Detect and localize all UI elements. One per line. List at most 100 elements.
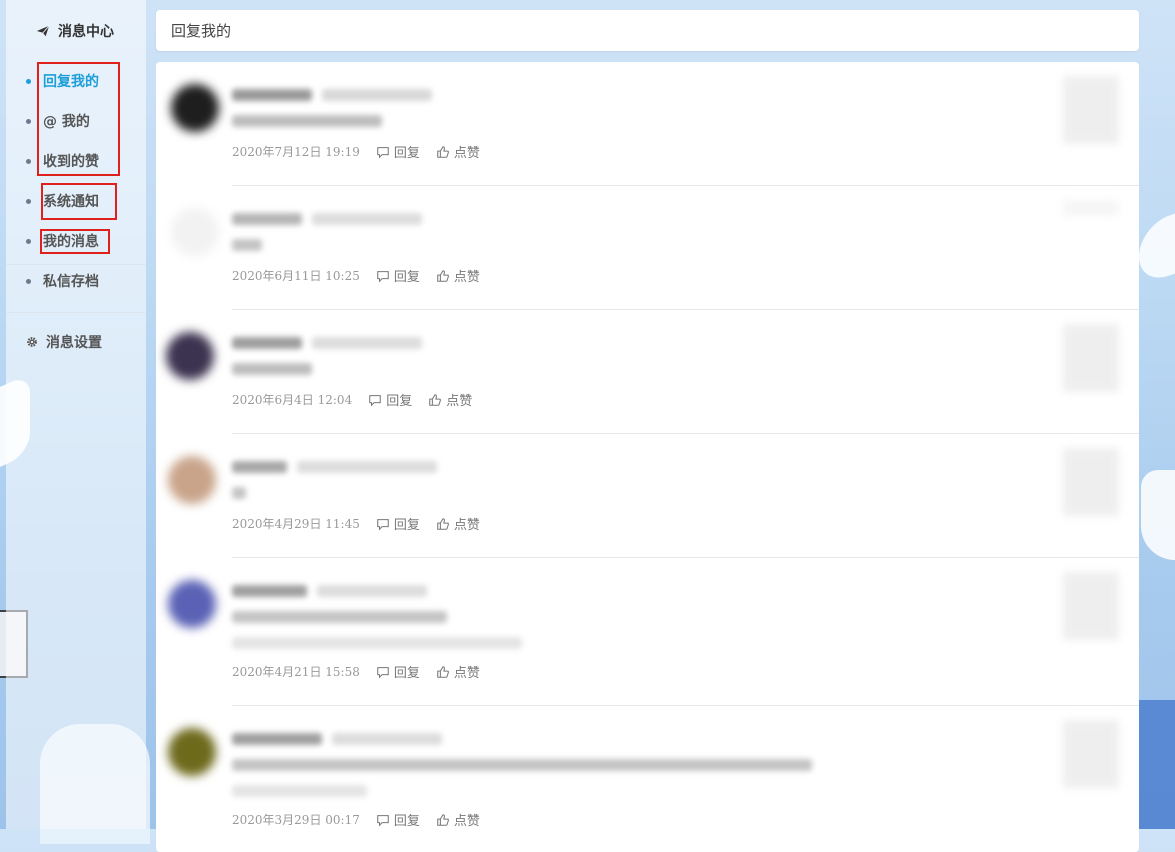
bullet-icon	[26, 238, 31, 244]
comment-icon	[377, 814, 389, 827]
page-title: 回复我的	[171, 22, 232, 40]
comment-icon	[369, 394, 381, 407]
sidebar-item-system-notice[interactable]: 系统通知	[26, 190, 99, 212]
comment-header-blurred	[232, 732, 442, 746]
comment-header-blurred	[232, 212, 422, 226]
comment-text-blurred	[232, 112, 382, 127]
item-separator	[232, 705, 1139, 706]
timestamp: 2020年3月29日 00:17	[232, 813, 360, 827]
reply-button[interactable]: 回复	[376, 142, 420, 161]
comment-header-blurred	[232, 88, 432, 102]
like-button[interactable]: 点赞	[436, 662, 480, 681]
like-button[interactable]: 点赞	[436, 810, 480, 829]
bullet-icon	[26, 78, 31, 84]
sidebar-divider	[6, 312, 146, 313]
quoted-text-blurred	[232, 782, 367, 797]
sidebar-item-label: 系统通知	[43, 194, 99, 210]
avatar[interactable]	[168, 728, 216, 776]
background-decoration	[1141, 470, 1175, 560]
thumbs-up-icon	[437, 813, 449, 826]
comment-meta: 2020年3月29日 00:17 回复 点赞	[232, 810, 480, 829]
gear-icon	[27, 337, 37, 347]
thumbs-up-icon	[437, 665, 449, 678]
avatar[interactable]	[171, 208, 219, 256]
bullet-icon	[26, 198, 31, 204]
timestamp: 2020年4月29日 11:45	[232, 517, 360, 531]
background-decoration	[1137, 700, 1175, 829]
sidebar-divider	[6, 264, 146, 265]
paper-plane-icon	[36, 25, 50, 37]
sidebar-item-label: 收到的赞	[43, 154, 99, 170]
video-thumbnail[interactable]	[1063, 200, 1119, 216]
comment-meta: 2020年4月21日 15:58 回复 点赞	[232, 662, 480, 681]
thumbs-up-icon	[437, 269, 449, 282]
avatar[interactable]	[166, 332, 214, 380]
sidebar-item-label: @ 我的	[43, 114, 90, 130]
reply-button[interactable]: 回复	[376, 810, 420, 829]
sidebar-title: 消息中心	[36, 20, 114, 42]
reply-button[interactable]: 回复	[368, 390, 412, 409]
comment-meta: 2020年6月11日 10:25 回复 点赞	[232, 266, 480, 285]
quoted-text-blurred	[232, 634, 522, 649]
comment-meta: 2020年7月12日 19:19 回复 点赞	[232, 142, 480, 161]
video-thumbnail[interactable]	[1063, 324, 1119, 392]
avatar[interactable]	[168, 580, 216, 628]
sidebar-item-my-messages[interactable]: 我的消息	[26, 230, 99, 252]
item-separator	[232, 185, 1139, 186]
comment-icon	[377, 518, 389, 531]
like-button[interactable]: 点赞	[436, 266, 480, 285]
thumbs-up-icon	[429, 393, 442, 406]
comment-text-blurred	[232, 484, 246, 499]
like-button[interactable]: 点赞	[428, 390, 472, 409]
sidebar-item-at-me[interactable]: @ 我的	[26, 110, 90, 132]
bullet-icon	[26, 158, 31, 164]
sidebar-item-label: 回复我的	[43, 74, 99, 90]
reply-button[interactable]: 回复	[376, 514, 420, 533]
sidebar-item-reply-me[interactable]: 回复我的	[26, 70, 99, 92]
sidebar-item-label: 私信存档	[43, 274, 99, 290]
comment-meta: 2020年6月4日 12:04 回复 点赞	[232, 390, 472, 409]
comment-header-blurred	[232, 460, 437, 474]
avatar[interactable]	[171, 84, 219, 132]
reply-button[interactable]: 回复	[376, 662, 420, 681]
message-settings-link[interactable]: 消息设置	[26, 331, 102, 353]
video-thumbnail[interactable]	[1063, 76, 1119, 144]
comment-icon	[377, 146, 389, 159]
sidebar-title-text: 消息中心	[58, 24, 114, 40]
timestamp: 2020年6月11日 10:25	[232, 269, 360, 283]
video-thumbnail[interactable]	[1063, 448, 1119, 516]
comment-icon	[377, 270, 389, 283]
comment-meta: 2020年4月29日 11:45 回复 点赞	[232, 514, 480, 533]
bullet-icon	[26, 278, 31, 284]
thumbs-up-icon	[437, 517, 449, 530]
like-button[interactable]: 点赞	[436, 142, 480, 161]
avatar[interactable]	[168, 456, 216, 504]
bullet-icon	[26, 118, 31, 124]
timestamp: 2020年7月12日 19:19	[232, 145, 360, 159]
sidebar-item-archive[interactable]: 私信存档	[26, 270, 99, 292]
video-thumbnail[interactable]	[1063, 572, 1119, 640]
sidebar-item-label: 我的消息	[43, 234, 99, 250]
settings-label: 消息设置	[46, 335, 102, 351]
comment-text-blurred	[232, 756, 812, 771]
timestamp: 2020年4月21日 15:58	[232, 665, 360, 679]
like-button[interactable]: 点赞	[436, 514, 480, 533]
sidebar-item-likes[interactable]: 收到的赞	[26, 150, 99, 172]
sidebar: 消息中心 回复我的 @ 我的 收到的赞 系统通知 我的消息 私信存档 消息设置	[6, 0, 146, 829]
item-separator	[232, 309, 1139, 310]
comment-icon	[377, 666, 389, 679]
comment-text-blurred	[232, 608, 447, 623]
comment-header-blurred	[232, 336, 422, 350]
reply-list: 2020年7月12日 19:19 回复 点赞 2020年6月11日 10:25 …	[156, 62, 1139, 852]
comment-text-blurred	[232, 236, 262, 251]
video-thumbnail[interactable]	[1063, 720, 1119, 788]
background-decoration	[1139, 213, 1175, 287]
item-separator	[232, 557, 1139, 558]
item-separator	[232, 433, 1139, 434]
reply-button[interactable]: 回复	[376, 266, 420, 285]
comment-header-blurred	[232, 584, 427, 598]
timestamp: 2020年6月4日 12:04	[232, 393, 353, 407]
comment-text-blurred	[232, 360, 312, 375]
page-header: 回复我的	[156, 10, 1139, 51]
thumbs-up-icon	[437, 145, 449, 158]
